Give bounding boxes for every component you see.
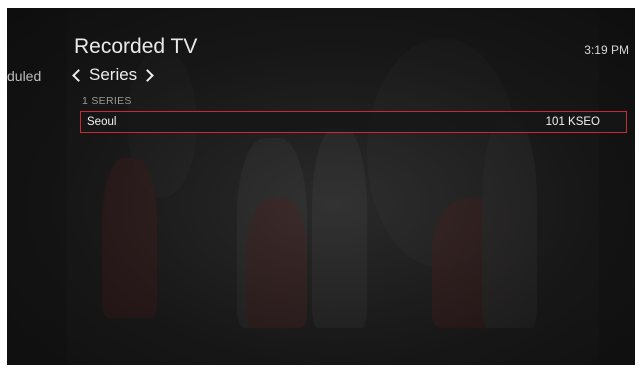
clock: 3:19 PM (584, 43, 629, 57)
series-count-label: 1 SERIES (82, 95, 132, 107)
chevron-right-icon[interactable] (141, 68, 155, 82)
tv-screen: Recorded TV 3:19 PM duled Series 1 SERIE… (7, 8, 635, 365)
tab-current-label[interactable]: Series (89, 65, 137, 85)
tab-previous-partial[interactable]: duled (7, 68, 41, 84)
list-item[interactable]: Seoul 101 KSEO (80, 111, 627, 133)
background-artwork (7, 8, 635, 365)
series-name: Seoul (87, 116, 117, 128)
channel-label: 101 KSEO (545, 116, 600, 128)
page-title: Recorded TV (74, 35, 198, 58)
chevron-left-icon[interactable] (72, 68, 85, 82)
tab-switcher: Series (70, 65, 156, 85)
